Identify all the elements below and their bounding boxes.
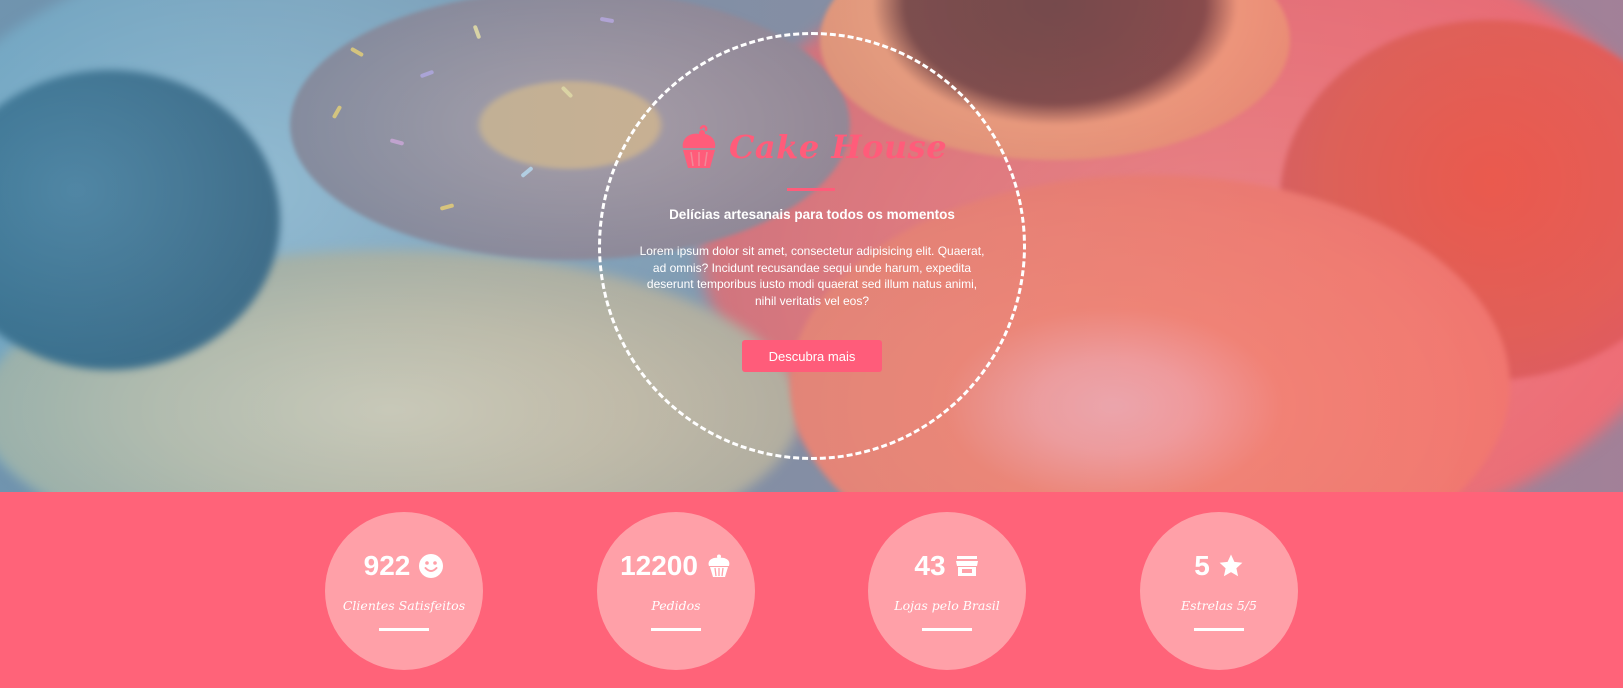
stat-header: 5 [1140, 550, 1298, 582]
cupcake-logo-icon [682, 125, 716, 168]
hero-tagline: Delícias artesanais para todos os moment… [669, 207, 955, 222]
discover-more-button[interactable]: Descubra mais [742, 340, 882, 372]
smiley-icon [419, 554, 444, 578]
stats-section: 922 Clientes Satisfeitos 12200 Pedidos 4… [0, 492, 1623, 688]
star-icon [1219, 554, 1243, 577]
hero-content: Cake House Delícias artesanais para todo… [598, 32, 1026, 460]
brand-name: Cake House [728, 128, 948, 166]
stat-card-clientes: 922 Clientes Satisfeitos [325, 512, 483, 670]
brand-logo[interactable]: Cake House [598, 124, 1026, 170]
store-icon [955, 556, 978, 576]
stat-divider [651, 628, 701, 631]
stat-header: 922 [325, 550, 483, 582]
stat-header: 12200 [597, 550, 755, 582]
stat-divider [922, 628, 972, 631]
stat-label: Lojas pelo Brasil [894, 598, 1000, 613]
stat-card-lojas: 43 Lojas pelo Brasil [868, 512, 1026, 670]
cupcake-icon [708, 554, 730, 577]
stat-value: 12200 [620, 550, 698, 581]
stat-card-pedidos: 12200 Pedidos [597, 512, 755, 670]
stat-card-estrelas: 5 Estrelas 5/5 [1140, 512, 1298, 670]
stat-value: 43 [914, 550, 946, 581]
stat-label: Estrelas 5/5 [1181, 598, 1257, 613]
stat-header: 43 [868, 550, 1026, 582]
stat-value: 5 [1194, 550, 1210, 581]
stat-divider [1194, 628, 1244, 631]
brand-divider [787, 188, 835, 191]
stat-label: Clientes Satisfeitos [342, 598, 466, 613]
stat-value: 922 [363, 550, 411, 581]
hero-description: Lorem ipsum dolor sit amet, consectetur … [639, 244, 985, 308]
stat-label: Pedidos [651, 598, 701, 613]
hero-section: Cake House Delícias artesanais para todo… [0, 0, 1623, 492]
stat-divider [379, 628, 429, 631]
